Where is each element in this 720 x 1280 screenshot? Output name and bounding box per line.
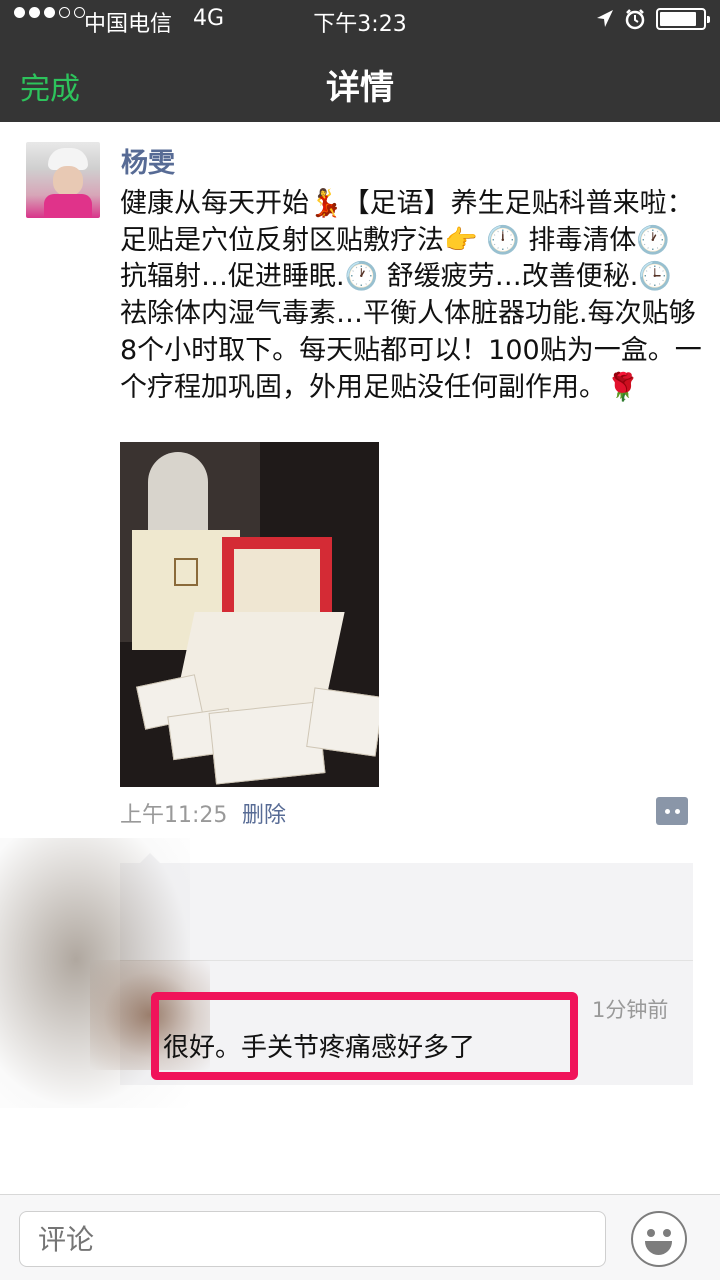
comment-time: 1分钟前: [592, 998, 669, 1022]
status-bar: 中国电信 4G 下午3:23: [0, 0, 720, 40]
alarm-clock-icon: [625, 9, 645, 30]
comment-input[interactable]: [19, 1211, 606, 1267]
avatar[interactable]: [26, 142, 100, 218]
battery-icon: [656, 8, 710, 30]
delete-button[interactable]: 删除: [242, 797, 286, 829]
author-name[interactable]: 杨雯: [121, 141, 175, 180]
comment-bar: [0, 1194, 720, 1280]
post-image[interactable]: [120, 442, 379, 787]
page-title: 详情: [326, 68, 394, 108]
location-arrow-icon: [597, 10, 613, 27]
top-bar: 中国电信 4G 下午3:23 完成 详情: [0, 0, 720, 122]
comment-menu-icon[interactable]: [656, 797, 688, 825]
emoji-icon[interactable]: [631, 1211, 687, 1267]
post-time: 上午11:25: [120, 803, 228, 828]
post-text: 健康从每天开始💃【足语】养生足贴科普来啦： 足贴是穴位反射区贴敷疗法👉 🕛 排毒…: [120, 188, 703, 403]
highlight-annotation: [151, 992, 578, 1080]
